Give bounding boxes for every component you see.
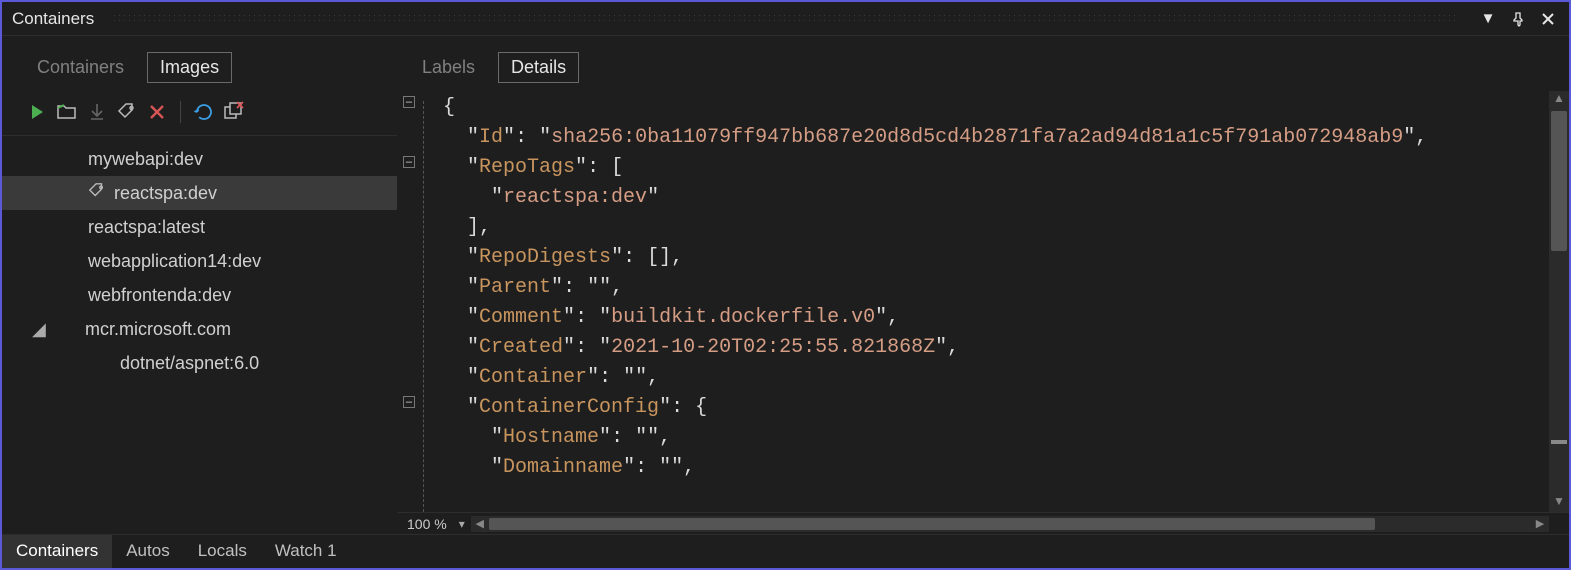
left-tab-strip: Containers Images <box>2 36 397 91</box>
toolbar-separator <box>180 101 181 123</box>
scroll-right-icon[interactable]: ▶ <box>1531 517 1549 530</box>
vertical-scrollbar[interactable]: ▲ ▼ <box>1549 91 1569 512</box>
run-icon[interactable] <box>24 99 50 125</box>
image-tree-item[interactable]: dotnet/aspnet:6.0 <box>2 346 397 380</box>
tab-containers[interactable]: Containers <box>24 52 137 83</box>
close-icon[interactable] <box>1539 10 1557 28</box>
scroll-up-icon[interactable]: ▲ <box>1549 91 1569 109</box>
zoom-level: 100 % <box>397 516 453 532</box>
image-label: reactspa:dev <box>114 183 217 204</box>
editor-gutter[interactable]: − − − <box>397 91 437 512</box>
scroll-marker <box>1551 440 1567 444</box>
pin-icon[interactable] <box>1509 10 1527 28</box>
bottom-tab[interactable]: Watch 1 <box>261 535 351 568</box>
editor-area: − − − { "Id": "sha256:0ba11079ff947bb687… <box>397 91 1569 512</box>
image-label: mcr.microsoft.com <box>85 319 231 340</box>
horizontal-scroll-thumb[interactable] <box>489 518 1375 530</box>
containers-tool-window: Containers ▼ Containers Images <box>0 0 1571 570</box>
bottom-tab-strip: ContainersAutosLocalsWatch 1 <box>2 534 1569 568</box>
image-tree[interactable]: mywebapi:dev reactspa:dev reactspa:latest w… <box>2 136 397 534</box>
left-pane: Containers Images mywebapi:dev reactspa:d… <box>2 36 397 534</box>
scroll-down-icon[interactable]: ▼ <box>1549 494 1569 512</box>
image-toolbar <box>2 91 397 136</box>
image-label: webfrontenda:dev <box>88 285 231 306</box>
refresh-icon[interactable] <box>191 99 217 125</box>
right-tab-strip: Labels Details <box>397 36 1569 91</box>
image-tree-item[interactable]: webapplication14:dev <box>2 244 397 278</box>
dropdown-icon[interactable]: ▼ <box>1479 10 1497 28</box>
scroll-left-icon[interactable]: ◀ <box>471 517 489 530</box>
titlebar-controls: ▼ <box>1467 10 1569 28</box>
chevron-down-icon[interactable]: ◢ <box>32 319 44 340</box>
titlebar-drag-handle[interactable] <box>112 13 1459 25</box>
image-label: reactspa:latest <box>88 217 205 238</box>
tag-icon[interactable] <box>114 99 140 125</box>
window-title: Containers <box>2 9 104 29</box>
tab-details[interactable]: Details <box>498 52 579 83</box>
image-tree-item[interactable]: reactspa:dev <box>2 176 397 210</box>
tag-icon <box>88 182 106 205</box>
delete-icon[interactable] <box>144 99 170 125</box>
image-tree-item[interactable]: reactspa:latest <box>2 210 397 244</box>
bottom-tab[interactable]: Autos <box>112 535 183 568</box>
image-tree-item[interactable]: ◢ mcr.microsoft.com <box>2 312 397 346</box>
titlebar: Containers ▼ <box>2 2 1569 36</box>
open-folder-icon[interactable] <box>54 99 80 125</box>
fold-toggle[interactable]: − <box>403 396 415 408</box>
tab-labels[interactable]: Labels <box>409 52 488 83</box>
bottom-tab[interactable]: Containers <box>2 535 112 568</box>
horizontal-scrollbar[interactable]: ◀ ▶ <box>471 516 1549 532</box>
image-label: webapplication14:dev <box>88 251 261 272</box>
zoom-dropdown-icon[interactable]: ▾ <box>453 517 471 531</box>
image-label: mywebapi:dev <box>88 149 203 170</box>
vertical-scroll-thumb[interactable] <box>1551 111 1567 251</box>
json-editor[interactable]: { "Id": "sha256:0ba11079ff947bb687e20d8d… <box>437 91 1549 512</box>
prune-icon[interactable] <box>221 99 247 125</box>
right-pane: Labels Details − − − { "Id": "sha256:0ba… <box>397 36 1569 534</box>
fold-toggle[interactable]: − <box>403 96 415 108</box>
body: Containers Images mywebapi:dev reactspa:d… <box>2 36 1569 534</box>
image-tree-item[interactable]: webfrontenda:dev <box>2 278 397 312</box>
bottom-tab[interactable]: Locals <box>184 535 261 568</box>
editor-footer: 100 % ▾ ◀ ▶ <box>397 512 1569 534</box>
fold-toggle[interactable]: − <box>403 156 415 168</box>
pull-icon[interactable] <box>84 99 110 125</box>
image-label: dotnet/aspnet:6.0 <box>120 353 259 374</box>
tab-images[interactable]: Images <box>147 52 232 83</box>
image-tree-item[interactable]: mywebapi:dev <box>2 142 397 176</box>
